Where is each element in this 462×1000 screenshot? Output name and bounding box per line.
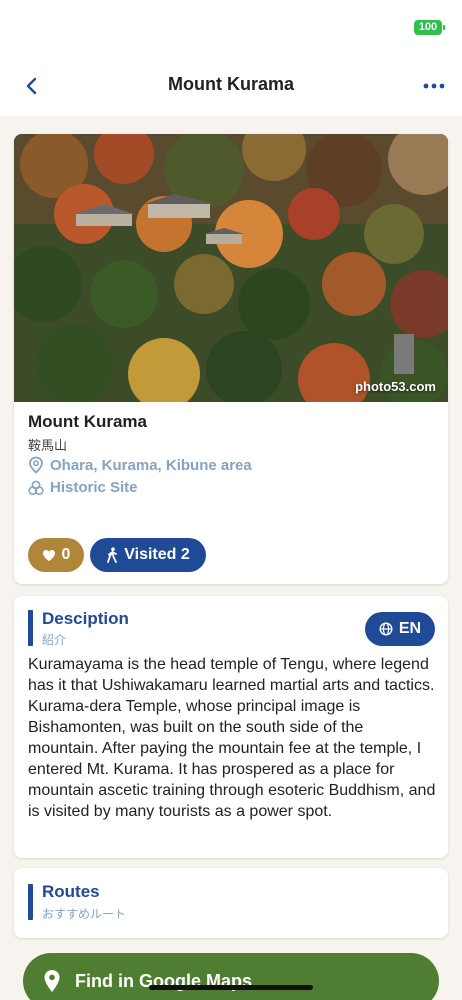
visited-button[interactable]: Visited 2 bbox=[90, 538, 206, 572]
ellipsis-icon bbox=[423, 83, 445, 89]
location-pin-icon bbox=[29, 456, 43, 474]
walking-person-icon bbox=[107, 547, 118, 563]
spot-name-japanese: 鞍馬山 bbox=[28, 438, 68, 453]
description-subtitle: 紹介 bbox=[42, 633, 67, 647]
routes-card[interactable]: Routes おすすめルート bbox=[14, 868, 448, 938]
spot-card: photo53.com Mount Kurama 鞍馬山 Ohara, Kura… bbox=[14, 134, 448, 584]
spot-category[interactable]: Historic Site bbox=[28, 479, 138, 496]
globe-icon bbox=[379, 622, 393, 636]
spot-name: Mount Kurama bbox=[28, 412, 147, 431]
category-circles-icon bbox=[28, 480, 44, 495]
spot-area-label: Ohara, Kurama, Kibune area bbox=[50, 456, 252, 474]
spot-area[interactable]: Ohara, Kurama, Kibune area bbox=[28, 456, 252, 474]
section-accent-bar bbox=[28, 610, 33, 646]
section-accent-bar bbox=[28, 884, 33, 920]
map-pin-icon bbox=[44, 970, 60, 992]
like-count: 0 bbox=[61, 546, 71, 563]
spot-category-label: Historic Site bbox=[50, 479, 138, 496]
navigation-bar: Mount Kurama bbox=[0, 56, 462, 116]
home-indicator bbox=[149, 985, 313, 990]
status-bar: 100 bbox=[0, 0, 462, 56]
language-label: EN bbox=[398, 620, 422, 637]
routes-title: Routes bbox=[42, 882, 100, 901]
mountain-forest-image bbox=[14, 134, 448, 402]
routes-subtitle: おすすめルート bbox=[42, 907, 127, 921]
description-card: Desciption 紹介 EN Kuramayama is the head … bbox=[14, 596, 448, 858]
visited-label: Visited 2 bbox=[124, 546, 190, 563]
heart-icon bbox=[42, 549, 55, 561]
more-options-button[interactable] bbox=[420, 72, 448, 100]
page-title: Mount Kurama bbox=[168, 74, 294, 94]
battery-indicator: 100 bbox=[414, 20, 445, 35]
description-title: Desciption bbox=[42, 609, 129, 628]
language-toggle-button[interactable]: EN bbox=[365, 612, 435, 646]
description-body: Kuramayama is the head temple of Tengu, … bbox=[28, 656, 436, 820]
google-maps-button[interactable]: Find in Google Maps bbox=[23, 953, 439, 1000]
photo-credit: photo53.com bbox=[355, 379, 436, 394]
spot-photo: photo53.com bbox=[14, 134, 448, 402]
like-button[interactable]: 0 bbox=[28, 538, 84, 572]
